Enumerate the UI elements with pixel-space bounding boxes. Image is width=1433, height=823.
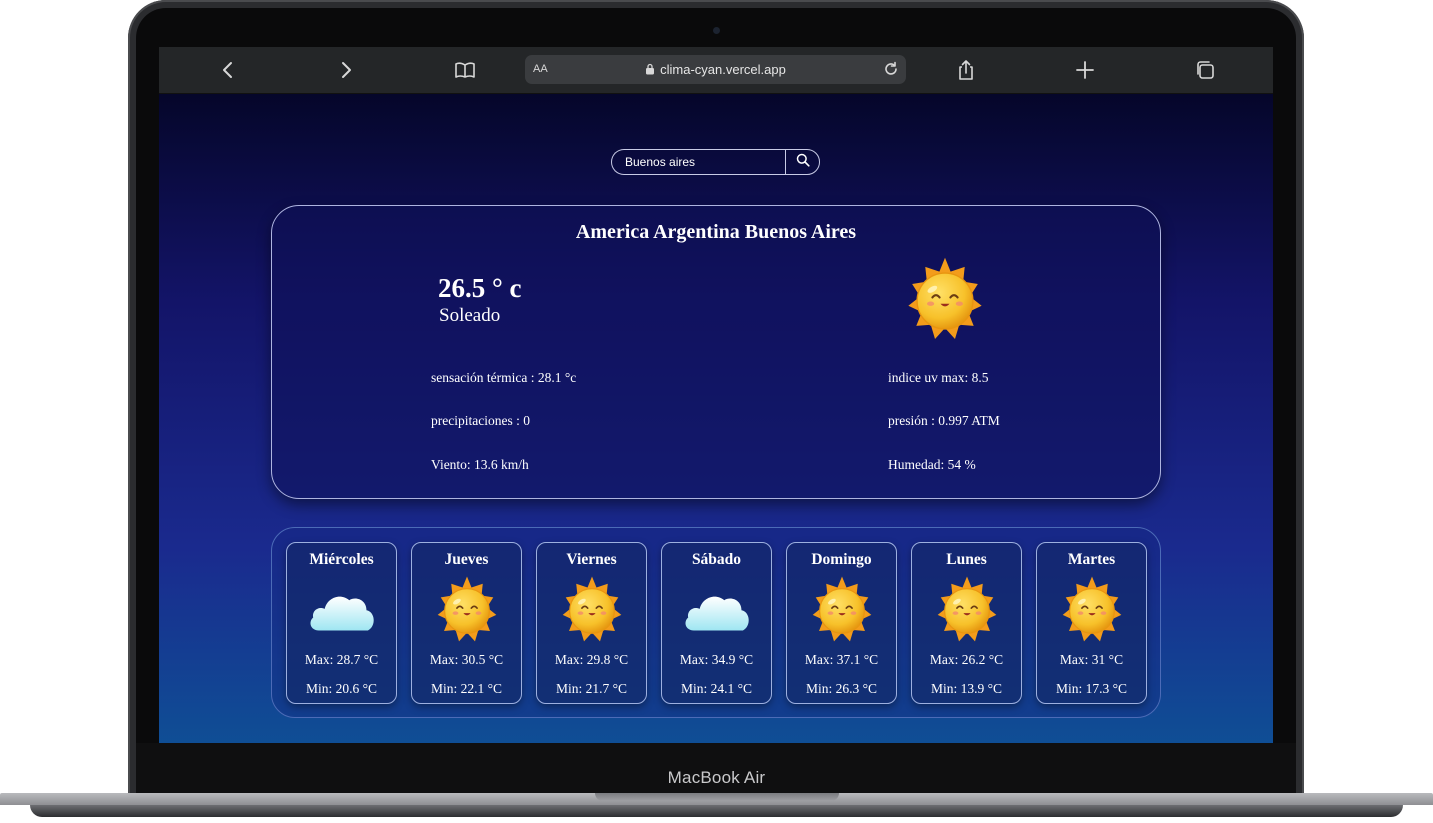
- forecast-day-card: Martes Max: 31 °C Min: 17.3 °C: [1036, 542, 1147, 704]
- forecast-max: Max: 30.5 °C: [429, 652, 504, 667]
- laptop-base-bottom: [30, 805, 1403, 817]
- forecast-min: Min: 20.6 °C: [305, 681, 378, 696]
- search-icon: [796, 153, 810, 172]
- pressure: presión : 0.997 ATM: [888, 413, 1000, 428]
- forecast-day-card: Domingo Max: 37.1 °C Min: 26.3 °C: [786, 542, 897, 704]
- sun-icon: [431, 575, 503, 647]
- forward-icon[interactable]: [335, 59, 357, 81]
- forecast-min: Min: 24.1 °C: [680, 681, 753, 696]
- forecast-min: Min: 13.9 °C: [930, 681, 1003, 696]
- url-display: clima-cyan.vercel.app: [525, 62, 906, 78]
- forecast-max: Max: 31 °C: [1059, 652, 1124, 667]
- forecast-max: Max: 37.1 °C: [804, 652, 879, 667]
- screen: AA clima-cyan.vercel.app Buenos aires Am…: [159, 47, 1273, 743]
- new-tab-icon[interactable]: [1074, 59, 1096, 81]
- address-bar[interactable]: AA clima-cyan.vercel.app: [525, 55, 906, 84]
- forecast-min: Min: 21.7 °C: [555, 681, 628, 696]
- forecast-day-name: Viernes: [566, 551, 617, 568]
- laptop-notch: [595, 793, 839, 801]
- forecast-day-name: Domingo: [811, 551, 872, 568]
- bookmarks-icon[interactable]: [454, 59, 476, 81]
- camera-icon: [713, 27, 720, 34]
- forecast-min: Min: 26.3 °C: [805, 681, 878, 696]
- device-label: MacBook Air: [667, 768, 766, 787]
- precipitation: precipitaciones : 0: [431, 413, 530, 428]
- wind-speed: Viento: 13.6 km/h: [431, 457, 529, 472]
- feels-like: sensación térmica : 28.1 °c: [431, 370, 577, 385]
- city-name: America Argentina Buenos Aires: [575, 221, 857, 243]
- forecast-min: Min: 17.3 °C: [1055, 681, 1128, 696]
- forecast-min: Min: 22.1 °C: [430, 681, 503, 696]
- uv-index: indice uv max: 8.5: [888, 370, 989, 385]
- reload-icon[interactable]: [882, 60, 900, 78]
- forecast-max: Max: 29.8 °C: [554, 652, 629, 667]
- share-icon[interactable]: [955, 59, 977, 81]
- forecast-day-card: Jueves Max: 30.5 °C Min: 22.1 °C: [411, 542, 522, 704]
- forecast-day-name: Lunes: [946, 551, 987, 568]
- sun-icon: [900, 256, 990, 346]
- forecast-day-card: Viernes Max: 29.8 °C Min: 21.7 °C: [536, 542, 647, 704]
- forecast-max: Max: 28.7 °C: [304, 652, 379, 667]
- sun-icon: [556, 575, 628, 647]
- tabs-icon[interactable]: [1194, 59, 1216, 81]
- cloud-icon: [306, 575, 378, 647]
- forecast-day-card: Miércoles Max: 28.7 °C Min: 20.6 °C: [286, 542, 397, 704]
- url-text: clima-cyan.vercel.app: [660, 62, 786, 77]
- forecast-day-name: Sábado: [691, 551, 742, 568]
- forecast-day-card: Lunes Max: 26.2 °C Min: 13.9 °C: [911, 542, 1022, 704]
- current-weather-card: America Argentina Buenos Aires 26.5 ° c …: [271, 205, 1161, 499]
- sun-icon: [1056, 575, 1128, 647]
- browser-toolbar: AA clima-cyan.vercel.app: [159, 47, 1273, 94]
- forecast-max: Max: 26.2 °C: [929, 652, 1004, 667]
- forecast-panel: Miércoles Max: 28.7 °C Min: 20.6 °C Juev…: [271, 527, 1161, 718]
- forecast-max: Max: 34.9 °C: [679, 652, 754, 667]
- sun-icon: [806, 575, 878, 647]
- forecast-day-card: Sábado Max: 34.9 °C Min: 24.1 °C: [661, 542, 772, 704]
- current-temperature: 26.5 ° c: [438, 273, 522, 303]
- cloud-icon: [681, 575, 753, 647]
- search-button[interactable]: [785, 149, 820, 175]
- weather-page: America Argentina Buenos Aires 26.5 ° c …: [159, 94, 1273, 743]
- search-input[interactable]: [611, 149, 786, 175]
- forecast-day-name: Jueves: [444, 551, 489, 568]
- forecast-day-name: Martes: [1067, 551, 1116, 568]
- humidity: Humedad: 54 %: [888, 457, 976, 472]
- sun-icon: [931, 575, 1003, 647]
- lock-icon: [645, 63, 655, 78]
- current-condition: Soleado: [439, 305, 501, 326]
- back-icon[interactable]: [217, 59, 239, 81]
- forecast-day-name: Miércoles: [309, 551, 374, 568]
- laptop-base: [0, 793, 1433, 823]
